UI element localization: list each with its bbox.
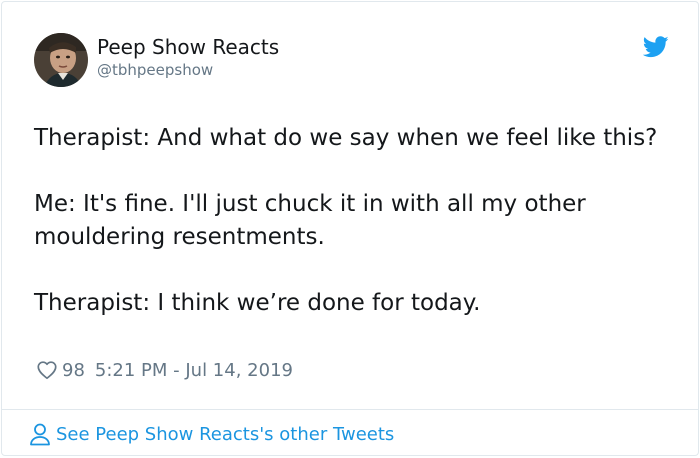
tweet-paragraph: Therapist: And what do we say when we fe… xyxy=(34,125,658,151)
author-display-name[interactable]: Peep Show Reacts xyxy=(97,34,279,60)
twitter-bird-icon[interactable] xyxy=(643,36,669,58)
person-icon xyxy=(29,422,51,446)
see-other-tweets-label: See Peep Show Reacts's other Tweets xyxy=(56,423,395,445)
avatar[interactable] xyxy=(34,33,88,87)
tweet-paragraph: Me: It's fine. I'll just chuck it in wit… xyxy=(34,191,586,250)
author-handle[interactable]: @tbhpeepshow xyxy=(97,60,213,80)
tweet-timestamp[interactable]: 5:21 PM - Jul 14, 2019 xyxy=(95,360,293,381)
divider xyxy=(2,409,698,410)
tweet-meta: 98 5:21 PM - Jul 14, 2019 xyxy=(36,358,293,382)
tweet-paragraph: Therapist: I think we’re done for today. xyxy=(34,290,481,316)
embedded-tweet-card: Peep Show Reacts @tbhpeepshow Therapist:… xyxy=(1,1,699,456)
like-count[interactable]: 98 xyxy=(62,360,85,381)
heart-icon[interactable] xyxy=(36,359,58,381)
see-other-tweets-link[interactable]: See Peep Show Reacts's other Tweets xyxy=(29,420,394,448)
tweet-text: Therapist: And what do we say when we fe… xyxy=(34,122,674,320)
avatar-photo xyxy=(34,33,88,87)
